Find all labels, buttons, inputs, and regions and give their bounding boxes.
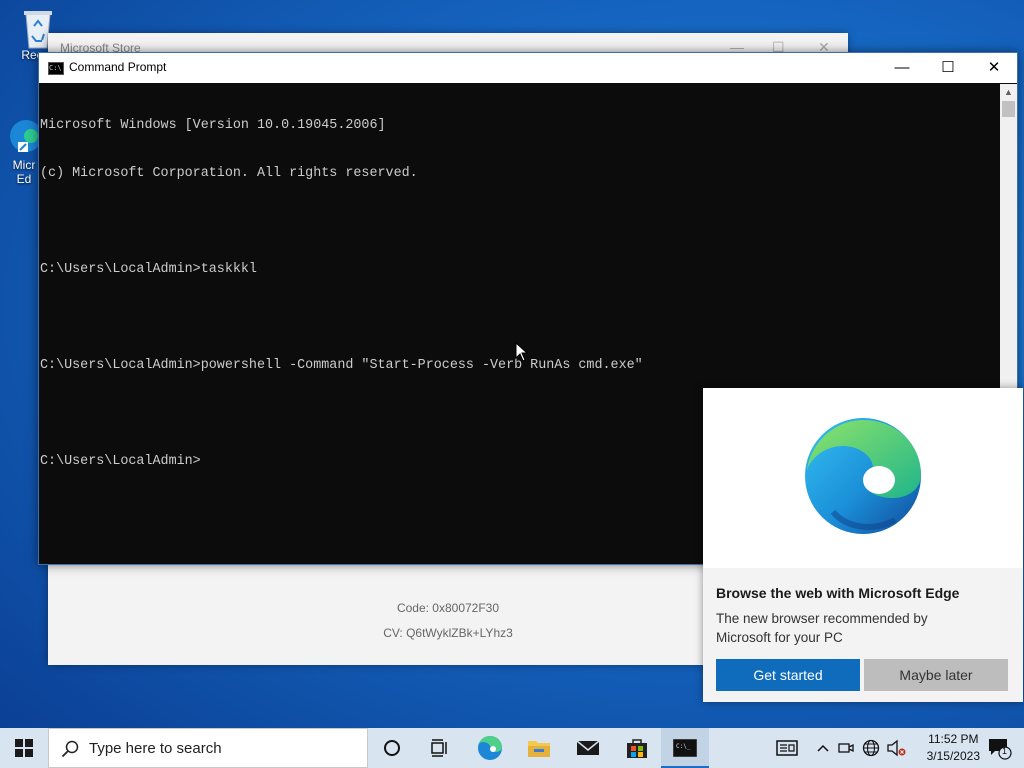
network-button[interactable] bbox=[860, 728, 882, 768]
scroll-up-arrow-icon[interactable]: ▲ bbox=[1000, 84, 1017, 101]
search-placeholder: Type here to search bbox=[89, 740, 222, 757]
cortana-button[interactable] bbox=[368, 728, 416, 768]
taskbar-clock[interactable]: 11:52 PM 3/15/2023 bbox=[927, 731, 980, 765]
get-started-button[interactable]: Get started bbox=[716, 659, 860, 691]
cmd-app-icon: C:\ bbox=[48, 62, 64, 75]
edge-taskbar-icon bbox=[478, 736, 502, 760]
cortana-circle-icon bbox=[384, 740, 400, 756]
camera-icon bbox=[838, 743, 854, 753]
edge-promo-heading: Browse the web with Microsoft Edge bbox=[716, 585, 960, 601]
edge-promo-body: The new browser recommended by Microsoft… bbox=[716, 611, 928, 645]
task-view-icon bbox=[431, 739, 447, 757]
cmd-window-title: Command Prompt bbox=[69, 60, 167, 74]
meet-now-button[interactable] bbox=[836, 728, 856, 768]
notification-icon bbox=[989, 739, 1012, 760]
cmd-titlebar[interactable]: C:\ Command Prompt — ☐ ✕ bbox=[39, 53, 1017, 83]
start-button[interactable] bbox=[0, 728, 48, 768]
clock-time: 11:52 PM bbox=[928, 732, 979, 746]
chevron-up-icon bbox=[817, 744, 829, 752]
action-center-button[interactable]: 1 bbox=[980, 728, 1020, 768]
clock-date: 3/15/2023 bbox=[926, 749, 980, 763]
taskbar-mail-button[interactable] bbox=[564, 728, 612, 768]
cmd-maximize-button[interactable]: ☐ bbox=[925, 53, 971, 83]
windows-logo-icon bbox=[15, 739, 33, 757]
mail-icon bbox=[576, 740, 600, 755]
show-hidden-icons-button[interactable] bbox=[812, 728, 834, 768]
maybe-later-button[interactable]: Maybe later bbox=[864, 659, 1008, 691]
task-view-button[interactable] bbox=[416, 728, 464, 768]
console-line: C:\Users\LocalAdmin>taskkkl bbox=[40, 262, 257, 277]
taskbar-cmd-button[interactable]: C:\_ bbox=[661, 728, 709, 768]
search-icon bbox=[61, 740, 79, 758]
taskbar-file-explorer-button[interactable] bbox=[515, 728, 563, 768]
console-line: (c) Microsoft Corporation. All rights re… bbox=[40, 166, 418, 181]
store-bag-icon bbox=[627, 739, 647, 758]
scroll-thumb[interactable] bbox=[1002, 101, 1015, 117]
volume-muted-icon bbox=[887, 739, 906, 757]
news-icon bbox=[776, 740, 798, 756]
globe-network-icon bbox=[862, 739, 880, 757]
folder-icon bbox=[528, 741, 550, 757]
taskbar: Type here to search C:\_ 11:52 PM 3/15/2… bbox=[0, 728, 1024, 768]
console-line: Microsoft Windows [Version 10.0.19045.20… bbox=[40, 118, 386, 133]
edge-logo-icon bbox=[805, 418, 921, 534]
edge-promo-hero bbox=[703, 388, 1023, 568]
edge-promo-panel: Browse the web with Microsoft Edge The n… bbox=[703, 568, 1023, 702]
taskbar-store-button[interactable] bbox=[613, 728, 661, 768]
cmd-taskbar-icon: C:\_ bbox=[673, 739, 697, 757]
edge-promo-dialog: Browse the web with Microsoft Edge The n… bbox=[703, 388, 1023, 702]
notification-count-badge: 1 bbox=[1002, 746, 1008, 756]
mouse-pointer-icon bbox=[515, 342, 529, 362]
svg-text:C:\_: C:\_ bbox=[676, 743, 691, 750]
cmd-minimize-button[interactable]: — bbox=[879, 53, 925, 83]
taskbar-search-box[interactable]: Type here to search bbox=[48, 728, 368, 768]
taskbar-edge-button[interactable] bbox=[466, 728, 514, 768]
volume-button[interactable] bbox=[884, 728, 908, 768]
cmd-close-button[interactable]: ✕ bbox=[971, 53, 1017, 83]
news-widget-button[interactable] bbox=[772, 728, 802, 768]
